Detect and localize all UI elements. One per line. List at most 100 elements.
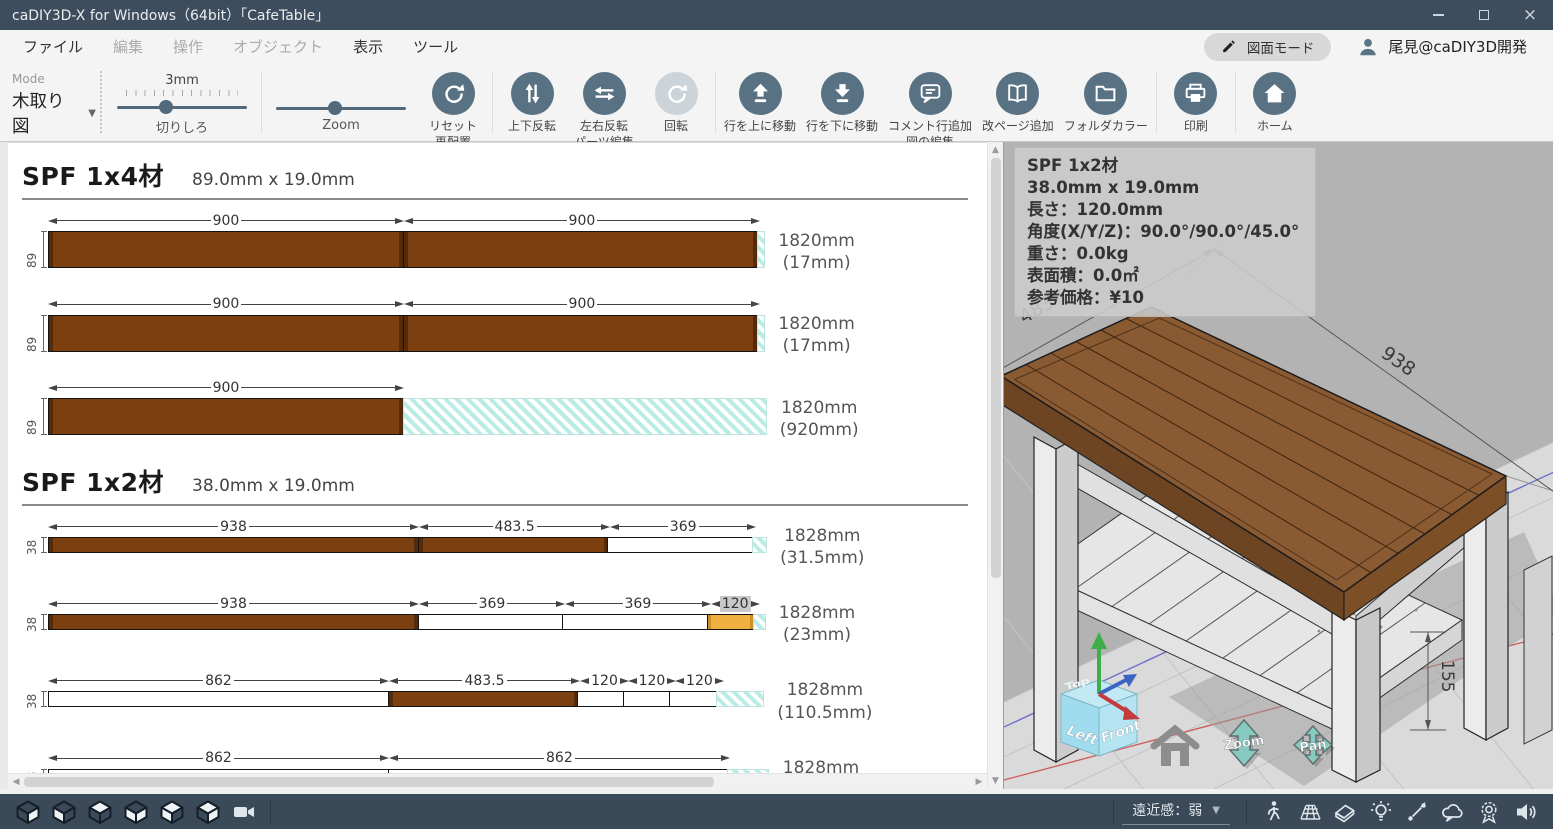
home-button[interactable]: ホーム xyxy=(1239,63,1311,141)
dimension-value: 938 xyxy=(218,519,249,535)
sound-icon[interactable] xyxy=(1508,798,1542,826)
stock-length-label: 1820mm(17mm) xyxy=(778,313,854,357)
cut-part[interactable] xyxy=(48,398,404,435)
dimension-value: 120 xyxy=(637,673,668,689)
dimension-value: 120 xyxy=(720,596,751,612)
scroll-up-icon[interactable]: ▲ xyxy=(988,142,1004,158)
kerf-slider[interactable] xyxy=(117,100,247,114)
view-cube-1-icon[interactable] xyxy=(11,798,45,826)
view-cube-3-icon[interactable] xyxy=(83,798,117,826)
perspective-dropdown[interactable]: 遠近感：弱 ▼ xyxy=(1122,798,1230,825)
maximize-button[interactable] xyxy=(1461,0,1507,30)
statusbar-separator xyxy=(1113,801,1114,823)
dimension-line: 900900 xyxy=(48,212,765,229)
cut-part-selected[interactable] xyxy=(707,614,754,630)
close-button[interactable]: × xyxy=(1507,0,1553,30)
view-cube-4-icon[interactable] xyxy=(119,798,153,826)
menu-表示[interactable]: 表示 xyxy=(338,36,398,57)
vscroll-thumb[interactable] xyxy=(991,158,1001,578)
window-title: caDIY3D-X for Windows（64bit）「CafeTable」 xyxy=(12,5,329,25)
add-comment-row-button[interactable]: コメント行追加図の編集 xyxy=(883,63,977,141)
cut-part[interactable] xyxy=(562,614,708,630)
cut-part[interactable] xyxy=(418,537,609,553)
add-page-break-button[interactable]: 改ページ追加 xyxy=(977,63,1059,141)
move-row-up-button[interactable]: 行を上に移動 xyxy=(719,63,801,141)
comment-balloon-icon[interactable] xyxy=(1436,798,1470,826)
drawing-mode-button[interactable]: 図面モード xyxy=(1204,33,1332,61)
stamp-icon[interactable] xyxy=(1472,798,1506,826)
cut-part[interactable] xyxy=(623,691,670,707)
menu-操作: 操作 xyxy=(158,36,218,57)
toolbar-separator xyxy=(261,71,262,133)
kerf-slider-knob[interactable] xyxy=(159,100,173,114)
cut-row: 899001820mm(920mm) xyxy=(22,379,987,441)
toolbar-button-label: ホーム xyxy=(1257,119,1293,135)
move-row-down-button[interactable]: 行を下に移動 xyxy=(801,63,883,141)
cut-part[interactable] xyxy=(48,614,419,630)
measure-icon[interactable] xyxy=(1400,798,1434,826)
cut-part[interactable] xyxy=(607,537,753,553)
flip-vertical-button[interactable]: 上下反転 xyxy=(496,63,568,141)
dimension-value: 120 xyxy=(684,673,715,689)
print-button[interactable]: 印刷 xyxy=(1160,63,1232,141)
cut-part[interactable] xyxy=(403,315,759,352)
walk-icon[interactable] xyxy=(1256,798,1290,826)
cutlist-canvas[interactable]: SPF 1x4材89.0mm x 19.0mm899009001820mm(17… xyxy=(8,142,987,789)
lighting-icon[interactable] xyxy=(1364,798,1398,826)
toolbar-separator xyxy=(1235,71,1236,133)
scroll-down-icon[interactable]: ▼ xyxy=(988,773,1004,789)
section-size: 38.0mm x 19.0mm xyxy=(192,476,355,496)
dimension-line: 938369369120 xyxy=(48,595,766,612)
3d-viewport[interactable]: 483 938 155 Top Left Front xyxy=(1003,142,1553,789)
user-account[interactable]: 尾見@caDIY3D開発 xyxy=(1357,36,1527,58)
cut-part[interactable] xyxy=(577,691,624,707)
cut-part[interactable] xyxy=(48,537,419,553)
part-info-line: 38.0mm x 19.0mm xyxy=(1027,177,1303,199)
scroll-left-icon[interactable]: ◀ xyxy=(8,774,24,790)
hscroll-thumb[interactable] xyxy=(24,777,714,787)
zoom-label: Zoom xyxy=(322,118,359,133)
flip-horizontal-button[interactable]: 左右反転パーツ編集 xyxy=(568,63,640,141)
zoom-slider[interactable] xyxy=(276,101,406,115)
cut-part[interactable] xyxy=(669,691,716,707)
part-info-line: 参考価格：¥10 xyxy=(1027,287,1303,309)
view-cube-5-icon[interactable] xyxy=(155,798,189,826)
reset-rearrange-button[interactable]: リセット再配置 xyxy=(417,63,489,141)
horizontal-scrollbar[interactable]: ◀ ▶ xyxy=(8,773,987,789)
title-bar: caDIY3D-X for Windows（64bit）「CafeTable」 … xyxy=(0,0,1553,30)
camera-icon[interactable] xyxy=(227,798,261,826)
height-dimension: 89 xyxy=(22,212,48,274)
cut-part[interactable] xyxy=(403,231,759,268)
cut-part[interactable] xyxy=(48,691,389,707)
eraser-icon[interactable] xyxy=(1328,798,1362,826)
vertical-scrollbar[interactable]: ▲ ▼ xyxy=(987,142,1003,789)
floor-grid-icon[interactable] xyxy=(1292,798,1326,826)
cut-part[interactable] xyxy=(388,691,579,707)
view-cube-6-icon[interactable] xyxy=(191,798,225,826)
menu-ツール[interactable]: ツール xyxy=(398,36,473,57)
main-area: SPF 1x4材89.0mm x 19.0mm899009001820mm(17… xyxy=(0,142,1553,789)
kerf-slider-track[interactable] xyxy=(117,106,247,109)
minimize-button[interactable] xyxy=(1415,0,1461,30)
cut-part[interactable] xyxy=(48,315,404,352)
menu-ファイル[interactable]: ファイル xyxy=(8,36,98,57)
dimension-segment: 938 xyxy=(48,518,419,535)
cut-part[interactable] xyxy=(418,614,564,630)
dimension-segment: 369 xyxy=(610,518,756,535)
zoom-slider-knob[interactable] xyxy=(328,101,342,115)
dimension-value: 900 xyxy=(211,380,242,396)
dimension-segment: 483.5 xyxy=(419,518,610,535)
folder-color-button[interactable]: フォルダカラー xyxy=(1059,63,1153,141)
waste-area xyxy=(752,537,767,553)
scroll-right-icon[interactable]: ▶ xyxy=(971,774,987,790)
cut-row: 389383693691201828mm(23mm) xyxy=(22,595,987,646)
cut-part[interactable] xyxy=(48,231,404,268)
dimension-segment: 369 xyxy=(565,595,711,612)
dimension-segment: 369 xyxy=(419,595,565,612)
stock-length-label: 1828mm(110.5mm) xyxy=(777,679,872,723)
view-cube-2-icon[interactable] xyxy=(47,798,81,826)
mode-dropdown[interactable]: 木取り図 ▼ xyxy=(12,86,96,143)
toolbar-drag-handle[interactable] xyxy=(100,71,102,133)
statusbar-separator xyxy=(270,801,271,823)
height-dimension: 89 xyxy=(22,296,48,358)
